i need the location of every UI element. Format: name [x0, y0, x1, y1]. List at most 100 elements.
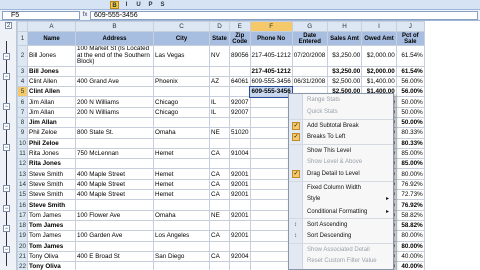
table-cell[interactable]	[229, 219, 251, 232]
table-cell[interactable]: 40.00%	[395, 250, 425, 263]
table-cell[interactable]: NE	[209, 209, 231, 221]
row-header[interactable]: 7	[17, 106, 29, 118]
table-cell[interactable]	[249, 127, 293, 139]
row-header[interactable]: 22	[17, 261, 29, 270]
table-cell[interactable]	[229, 240, 251, 252]
table-cell[interactable]: 85.00%	[395, 158, 425, 170]
row-header[interactable]: 18	[17, 219, 29, 232]
table-cell[interactable]: 100 Garden Ave	[75, 230, 155, 242]
table-cell[interactable]: CA	[209, 178, 231, 191]
menu-item-breaks-to-left[interactable]: ✓ Breaks To Left	[289, 131, 393, 143]
table-cell[interactable]	[209, 219, 231, 232]
toolbar-button-2[interactable]: U	[134, 1, 143, 9]
table-cell[interactable]	[75, 199, 155, 211]
table-cell[interactable]: 85.00%	[395, 147, 425, 160]
table-cell[interactable]: 91004	[229, 147, 251, 160]
table-cell[interactable]	[249, 261, 293, 270]
table-cell[interactable]	[153, 199, 211, 211]
table-cell[interactable]: 61.54%	[395, 45, 425, 67]
menu-item-quick-stats[interactable]: Quick Stats	[289, 106, 393, 118]
table-cell[interactable]: 80.00%	[395, 168, 425, 180]
table-cell[interactable]: 58.82%	[395, 209, 425, 221]
outline-collapse-button[interactable]: −	[3, 53, 10, 60]
table-cell[interactable]: Phil Zeloe	[27, 127, 77, 139]
table-cell[interactable]	[75, 158, 155, 170]
table-cell[interactable]	[249, 199, 293, 211]
table-cell[interactable]	[75, 261, 155, 270]
header-cell[interactable]: Sales Amt	[326, 31, 363, 46]
menu-item-style[interactable]: Style ▸	[289, 193, 393, 205]
table-cell[interactable]	[75, 219, 155, 232]
table-cell[interactable]: 92001	[229, 168, 251, 180]
table-cell[interactable]: Steve Smith	[27, 168, 77, 180]
menu-item-show-this-level[interactable]: Show This Level	[289, 143, 393, 156]
menu-item-fixed-column-width[interactable]: Fixed Column Width	[289, 180, 393, 193]
table-cell[interactable]	[249, 137, 293, 149]
table-cell[interactable]: 609-555-3456	[249, 85, 294, 98]
table-cell[interactable]: 89056	[229, 45, 251, 67]
table-cell[interactable]: $2,000.00	[361, 45, 397, 67]
column-header-d[interactable]: D	[209, 21, 231, 32]
table-cell[interactable]: Omaha	[153, 209, 211, 221]
table-cell[interactable]	[229, 158, 251, 170]
table-cell[interactable]	[229, 199, 251, 211]
table-cell[interactable]	[209, 199, 231, 211]
table-cell[interactable]: 609-555-3456	[249, 75, 293, 88]
table-cell[interactable]: 61.54%	[395, 65, 425, 77]
table-cell[interactable]: CA	[209, 147, 231, 160]
table-cell[interactable]: Steve Smith	[27, 189, 77, 201]
header-cell[interactable]: Zip Code	[229, 31, 251, 46]
table-cell[interactable]	[153, 240, 211, 252]
table-cell[interactable]: Hemet	[153, 147, 211, 160]
toolbar-button-1[interactable]: I	[122, 1, 131, 9]
table-cell[interactable]: 76.92%	[395, 199, 425, 211]
table-cell[interactable]	[249, 250, 293, 263]
row-header[interactable]: 9	[17, 127, 29, 139]
table-cell[interactable]: 64061	[229, 75, 251, 88]
table-cell[interactable]: 92001	[229, 178, 251, 191]
table-cell[interactable]	[249, 178, 293, 191]
toolbar-button-4[interactable]: S	[158, 1, 167, 9]
menu-item-drag-detail-to-level[interactable]: ✓ Drag Detail to Level	[289, 168, 393, 180]
table-cell[interactable]	[229, 261, 251, 270]
table-cell[interactable]: 50.00%	[395, 116, 425, 129]
table-cell[interactable]	[229, 137, 251, 149]
table-cell[interactable]: Tony Oliva	[27, 250, 77, 263]
table-cell[interactable]: Las Vegas	[153, 45, 211, 67]
column-header-g[interactable]: G	[291, 21, 328, 32]
table-cell[interactable]: 800 State St.	[75, 127, 155, 139]
outline-collapse-button[interactable]: −	[3, 103, 10, 110]
table-cell[interactable]	[153, 219, 211, 232]
table-cell[interactable]: AZ	[209, 75, 231, 88]
row-header[interactable]: 13	[17, 168, 29, 180]
row-header[interactable]: 1	[17, 31, 29, 46]
table-cell[interactable]	[209, 158, 231, 170]
table-cell[interactable]: Omaha	[153, 127, 211, 139]
row-header[interactable]: 4	[17, 75, 29, 88]
table-cell[interactable]: 400 Maple Street	[75, 168, 155, 180]
table-cell[interactable]	[209, 137, 231, 149]
table-cell[interactable]: $3,250.00	[326, 45, 363, 67]
table-cell[interactable]	[249, 209, 293, 221]
table-cell[interactable]: $1,400.00	[361, 75, 397, 88]
table-cell[interactable]	[153, 137, 211, 149]
column-header-f[interactable]: F	[249, 21, 293, 32]
toolbar-button-0[interactable]: B	[110, 0, 119, 9]
table-cell[interactable]: 72.73%	[395, 189, 425, 201]
table-cell[interactable]: 217-405-1212	[249, 65, 293, 77]
table-cell[interactable]: Chicago	[153, 96, 211, 108]
outline-collapse-button[interactable]: −	[3, 144, 10, 151]
table-cell[interactable]	[249, 147, 293, 160]
table-cell[interactable]	[209, 86, 231, 98]
column-header-j[interactable]: J	[395, 21, 425, 32]
header-cell[interactable]: City	[153, 31, 211, 46]
table-cell[interactable]: 80.00%	[395, 240, 425, 252]
row-header[interactable]: 10	[17, 137, 29, 149]
table-cell[interactable]: 92001	[229, 209, 251, 221]
table-cell[interactable]: Bill Jones	[27, 45, 77, 67]
table-cell[interactable]	[209, 261, 231, 270]
table-cell[interactable]	[209, 240, 231, 252]
name-box[interactable]: F5	[2, 10, 80, 20]
table-cell[interactable]	[153, 65, 211, 77]
table-cell[interactable]: 50.00%	[395, 106, 425, 118]
